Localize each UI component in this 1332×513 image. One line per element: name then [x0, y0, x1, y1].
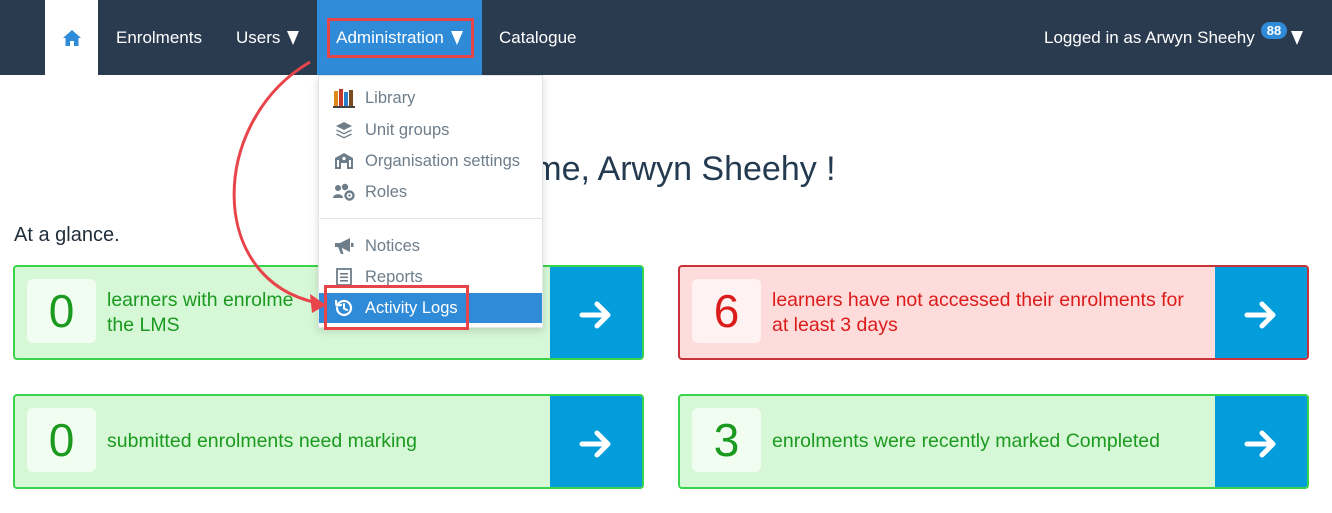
card-text: learners with enrolme the LMS [107, 267, 293, 358]
caret-down-icon [287, 30, 300, 45]
menu-item-organisation-settings[interactable]: Organisation settings [319, 146, 542, 176]
card-count: 6 [692, 279, 761, 343]
menu-item-label: Activity Logs [365, 298, 458, 317]
card-submitted-marking: 0 submitted enrolments need marking [13, 394, 644, 489]
menu-item-label: Unit groups [365, 120, 450, 139]
users-cog-icon [333, 182, 355, 202]
card-count: 0 [27, 408, 96, 472]
menu-divider [319, 218, 542, 219]
nav-users[interactable]: Users [236, 0, 300, 75]
card-text-line2: the LMS [107, 313, 180, 336]
card-arrow-button[interactable] [550, 267, 642, 358]
card-text-line2: at least 3 days [772, 313, 898, 336]
arrow-right-icon [579, 301, 611, 328]
card-learners-not-accessed: 6 learners have not accessed their enrol… [678, 265, 1309, 360]
top-navbar: Enrolments Users Administration Catalogu… [0, 0, 1332, 75]
notification-badge: 88 [1260, 22, 1288, 39]
arrow-right-icon [579, 430, 611, 457]
home-icon [62, 29, 81, 46]
card-text-line1: learners with enrolme [107, 288, 294, 311]
menu-item-library[interactable]: Library [319, 83, 542, 113]
card-count: 3 [692, 408, 761, 472]
arrow-right-icon [1244, 430, 1276, 457]
card-arrow-button[interactable] [550, 396, 642, 487]
report-icon [333, 267, 355, 287]
nav-users-label: Users [236, 27, 281, 47]
building-icon [333, 151, 355, 171]
logged-in-label: Logged in as Arwyn Sheehy [1044, 27, 1255, 47]
card-text-line1: enrolments were recently marked Complete… [772, 430, 1161, 452]
books-icon [333, 88, 355, 108]
layers-icon [333, 120, 355, 140]
card-arrow-button[interactable] [1215, 267, 1307, 358]
card-text: submitted enrolments need marking [107, 396, 417, 487]
menu-item-reports[interactable]: Reports [319, 262, 542, 292]
menu-item-unit-groups[interactable]: Unit groups [319, 115, 542, 145]
nav-administration[interactable]: Administration [317, 0, 482, 75]
menu-item-label: Organisation settings [365, 151, 521, 170]
arrow-right-icon [1244, 301, 1276, 328]
card-text-line1: learners have not accessed their enrolme… [772, 288, 1184, 311]
nav-enrolments[interactable]: Enrolments [116, 0, 202, 75]
menu-item-label: Notices [365, 236, 421, 255]
nav-catalogue[interactable]: Catalogue [499, 0, 577, 75]
menu-item-notices[interactable]: Notices [319, 231, 542, 261]
nav-enrolments-label: Enrolments [116, 27, 202, 47]
menu-item-label: Reports [365, 267, 423, 286]
administration-dropdown: Library Unit groups Organisation setting… [318, 75, 543, 328]
card-arrow-button[interactable] [1215, 396, 1307, 487]
caret-down-icon [1291, 30, 1304, 45]
card-text: learners have not accessed their enrolme… [772, 267, 1184, 358]
menu-item-label: Roles [365, 182, 408, 201]
nav-administration-label: Administration [336, 27, 444, 47]
nav-catalogue-label: Catalogue [499, 27, 577, 47]
user-menu[interactable]: Logged in as Arwyn Sheehy 88 [1044, 0, 1304, 75]
home-button[interactable] [45, 0, 98, 75]
card-text: enrolments were recently marked Complete… [772, 396, 1160, 487]
caret-down-icon [450, 30, 463, 45]
at-a-glance-label: At a glance. [14, 224, 120, 246]
menu-item-roles[interactable]: Roles [319, 177, 542, 207]
menu-item-activity-logs[interactable]: Activity Logs [319, 293, 542, 323]
card-recently-completed: 3 enrolments were recently marked Comple… [678, 394, 1309, 489]
megaphone-icon [333, 236, 355, 256]
menu-item-label: Library [365, 88, 416, 107]
card-count: 0 [27, 279, 96, 343]
history-icon [333, 298, 355, 318]
card-text-line1: submitted enrolments need marking [107, 430, 417, 452]
